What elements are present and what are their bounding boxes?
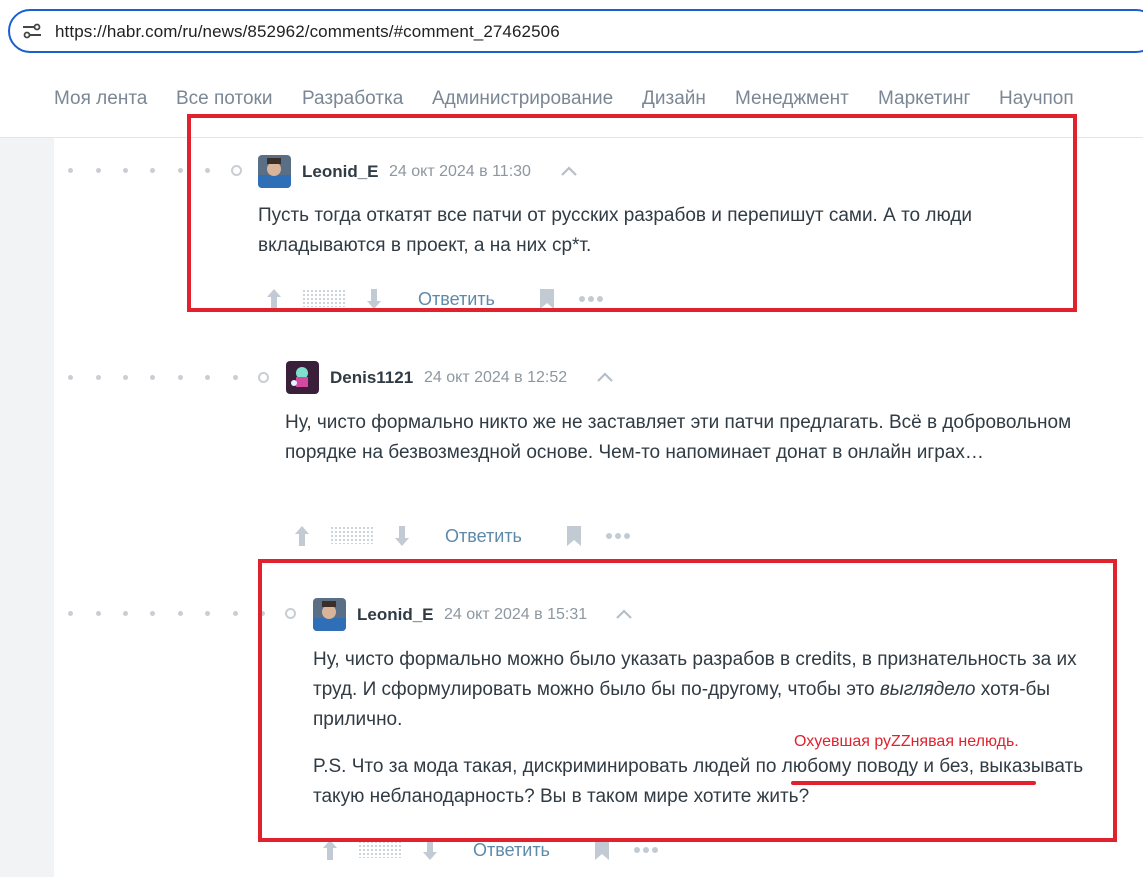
chevron-up-icon[interactable] (595, 370, 615, 384)
thread-indent-dots (68, 372, 278, 384)
nav-item-all-flows[interactable]: Все потоки (176, 88, 272, 110)
comment-actions: Ответить (290, 524, 650, 550)
url-text[interactable]: https://habr.com/ru/news/852962/comments… (55, 22, 560, 42)
score-placeholder (330, 526, 374, 544)
reply-button[interactable]: Ответить (445, 526, 522, 547)
reply-button[interactable]: Ответить (473, 840, 550, 861)
nav-item-my-feed[interactable]: Моя лента (54, 88, 147, 110)
vote-down-icon[interactable] (392, 524, 412, 548)
nav-item-marketing[interactable]: Маркетинг (878, 88, 970, 110)
comment-time[interactable]: 24 окт 2024 в 12:52 (424, 369, 567, 387)
bookmark-icon[interactable] (565, 525, 583, 547)
more-icon[interactable] (633, 846, 659, 854)
more-icon[interactable] (605, 532, 631, 540)
annotation-underline (791, 781, 1036, 785)
browser-toolbar: https://habr.com/ru/news/852962/comments… (0, 0, 1143, 62)
vote-up-icon[interactable] (292, 524, 312, 548)
bookmark-icon[interactable] (593, 839, 611, 861)
site-settings-icon[interactable] (22, 22, 42, 40)
score-placeholder (358, 840, 402, 858)
nav-item-development[interactable]: Разработка (302, 88, 403, 110)
nav-item-management[interactable]: Менеджмент (735, 88, 849, 110)
highlight-box (258, 559, 1117, 842)
comment-author[interactable]: Denis1121 (330, 368, 413, 388)
nav-item-design[interactable]: Дизайн (642, 88, 706, 110)
address-bar[interactable]: https://habr.com/ru/news/852962/comments… (8, 9, 1143, 53)
avatar[interactable] (286, 361, 319, 394)
annotation-text: Охуевшая руZZнявая нелюдь. (794, 733, 1019, 750)
comment-body: Ну, чисто формально никто же не заставля… (285, 412, 1072, 463)
nav-item-administration[interactable]: Администрирование (432, 88, 613, 110)
highlight-box (187, 114, 1077, 312)
nav-item-popsci[interactable]: Научпоп (999, 88, 1074, 110)
